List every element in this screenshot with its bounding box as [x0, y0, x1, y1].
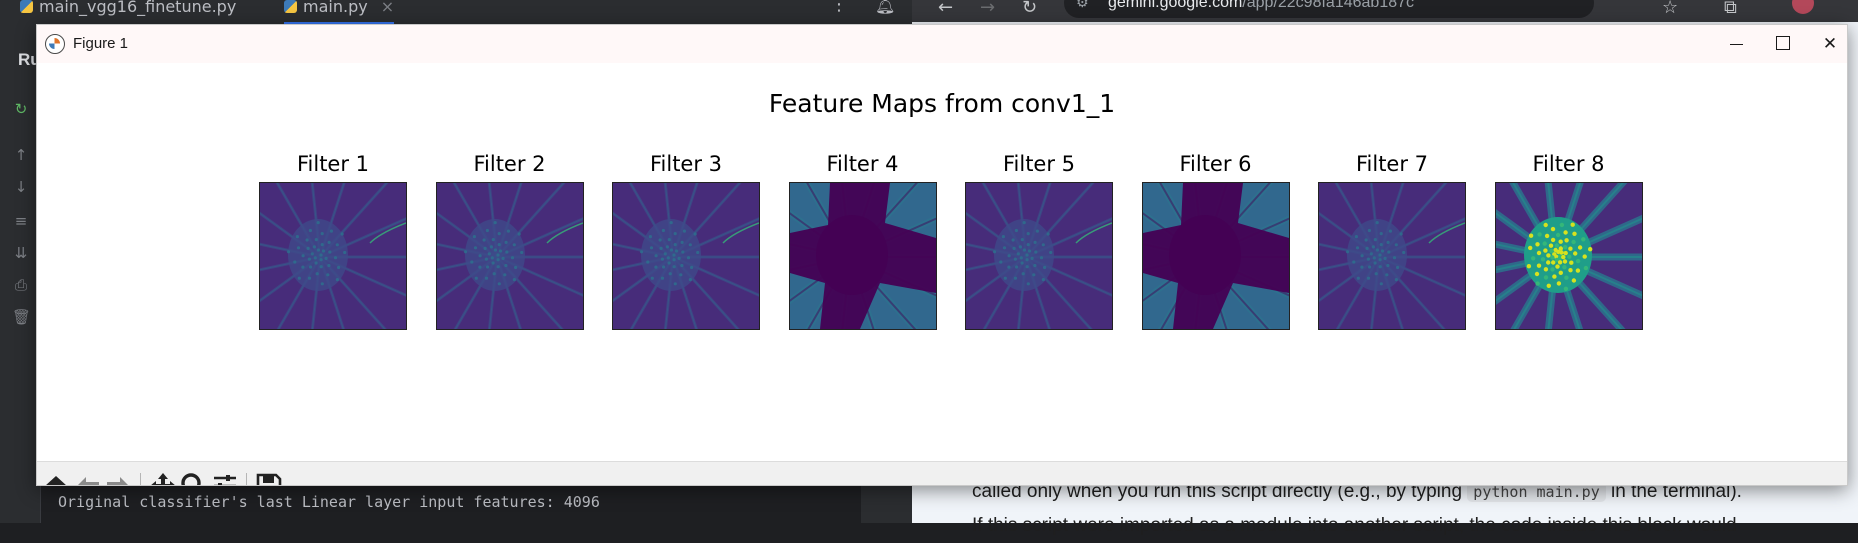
toolbar-separator [140, 473, 141, 485]
zoom-icon[interactable] [179, 471, 209, 486]
extensions-icon[interactable]: ⧉ [1724, 0, 1737, 18]
figure-suptitle: Feature Maps from conv1_1 [768, 89, 1116, 118]
feature-map-image [612, 182, 760, 330]
console-line: Original classifier's last Linear layer … [58, 493, 600, 511]
tab-main-py[interactable]: main.py × [284, 0, 395, 25]
console-output: Original classifier's last Linear layer … [41, 486, 861, 523]
down-arrow-icon[interactable]: ↓ [12, 178, 30, 196]
scroll-to-end-icon[interactable]: ⇊ [12, 244, 30, 262]
figure-window: Figure 1 ✕ Feature Maps from conv1_1 Fil… [36, 24, 1848, 486]
forward-icon[interactable]: → [980, 0, 995, 18]
figure-canvas[interactable]: Feature Maps from conv1_1 Filter 1 Filter… [37, 63, 1847, 461]
feature-map-graphic [1495, 183, 1642, 329]
toolbar-separator [246, 473, 247, 485]
configure-subplots-icon[interactable] [210, 471, 240, 486]
feature-map-image [965, 182, 1113, 330]
home-icon[interactable] [41, 471, 71, 486]
save-icon[interactable] [254, 471, 284, 486]
feature-map-image [435, 182, 584, 330]
back-icon[interactable]: ← [938, 0, 953, 18]
address-bar[interactable]: ⚙ gemini.google.com/app/22c98fa146ab187c [1064, 0, 1594, 18]
close-icon: ✕ [1822, 34, 1838, 54]
tab-main-vgg16-finetune[interactable]: main_vgg16_finetune.py [20, 0, 236, 22]
run-tool-strip: ↻ ↑ ↓ ≡ ⇊ ⎙ 🗑︎ [0, 26, 41, 523]
python-file-icon [20, 0, 33, 13]
feature-map-image [1318, 182, 1466, 330]
maximize-button[interactable] [1760, 29, 1806, 59]
browser-toolbar: ← → ↻ ⚙ gemini.google.com/app/22c98fa146… [912, 0, 1858, 22]
subplot-title: Filter 8 [1532, 152, 1605, 176]
bookmark-star-icon[interactable]: ☆ [1662, 0, 1678, 18]
site-info-icon[interactable]: ⚙ [1076, 0, 1089, 11]
minimize-button[interactable] [1713, 29, 1759, 59]
url-host: gemini.google.com [1108, 0, 1243, 11]
bell-icon[interactable]: 🔔︎ [875, 0, 895, 16]
trash-icon[interactable]: 🗑︎ [12, 308, 31, 326]
python-file-icon [284, 0, 297, 13]
more-icon[interactable]: ⋮ [830, 0, 848, 15]
window-title: Figure 1 [73, 35, 129, 52]
up-arrow-icon[interactable]: ↑ [12, 146, 30, 164]
feature-map-graphic [789, 183, 936, 329]
back-arrow-icon[interactable] [73, 471, 103, 486]
profile-avatar[interactable] [1792, 0, 1814, 14]
feature-map-image [1494, 182, 1643, 330]
feature-map-image [1141, 182, 1290, 330]
window-titlebar[interactable]: Figure 1 ✕ [37, 25, 1847, 64]
minimize-icon [1729, 43, 1743, 45]
editor-tab-bar: main_vgg16_finetune.py main.py × ⋮ 🔔︎ [0, 0, 912, 27]
close-button[interactable]: ✕ [1807, 29, 1847, 59]
feature-map-image [788, 182, 937, 330]
feature-map-image [259, 182, 407, 330]
navigation-toolbar [37, 461, 1847, 486]
print-icon[interactable]: ⎙ [12, 276, 30, 294]
matplotlib-logo-icon [45, 34, 65, 54]
feature-map-graphic [260, 183, 406, 329]
maximize-icon [1776, 36, 1790, 50]
forward-arrow-icon[interactable] [103, 471, 133, 486]
url-path: /app/22c98fa146ab187c [1242, 0, 1415, 11]
close-icon[interactable]: × [381, 0, 394, 16]
feature-map-graphic [1319, 183, 1465, 329]
pan-icon[interactable] [148, 471, 178, 486]
reload-icon[interactable]: ↻ [1022, 0, 1037, 18]
feature-map-graphic [1142, 183, 1289, 329]
feature-map-graphic [613, 183, 759, 329]
feature-map-graphic [436, 183, 583, 329]
rerun-icon[interactable]: ↻ [12, 100, 30, 118]
feature-map-graphic [966, 183, 1112, 329]
soft-wrap-icon[interactable]: ≡ [12, 212, 30, 230]
